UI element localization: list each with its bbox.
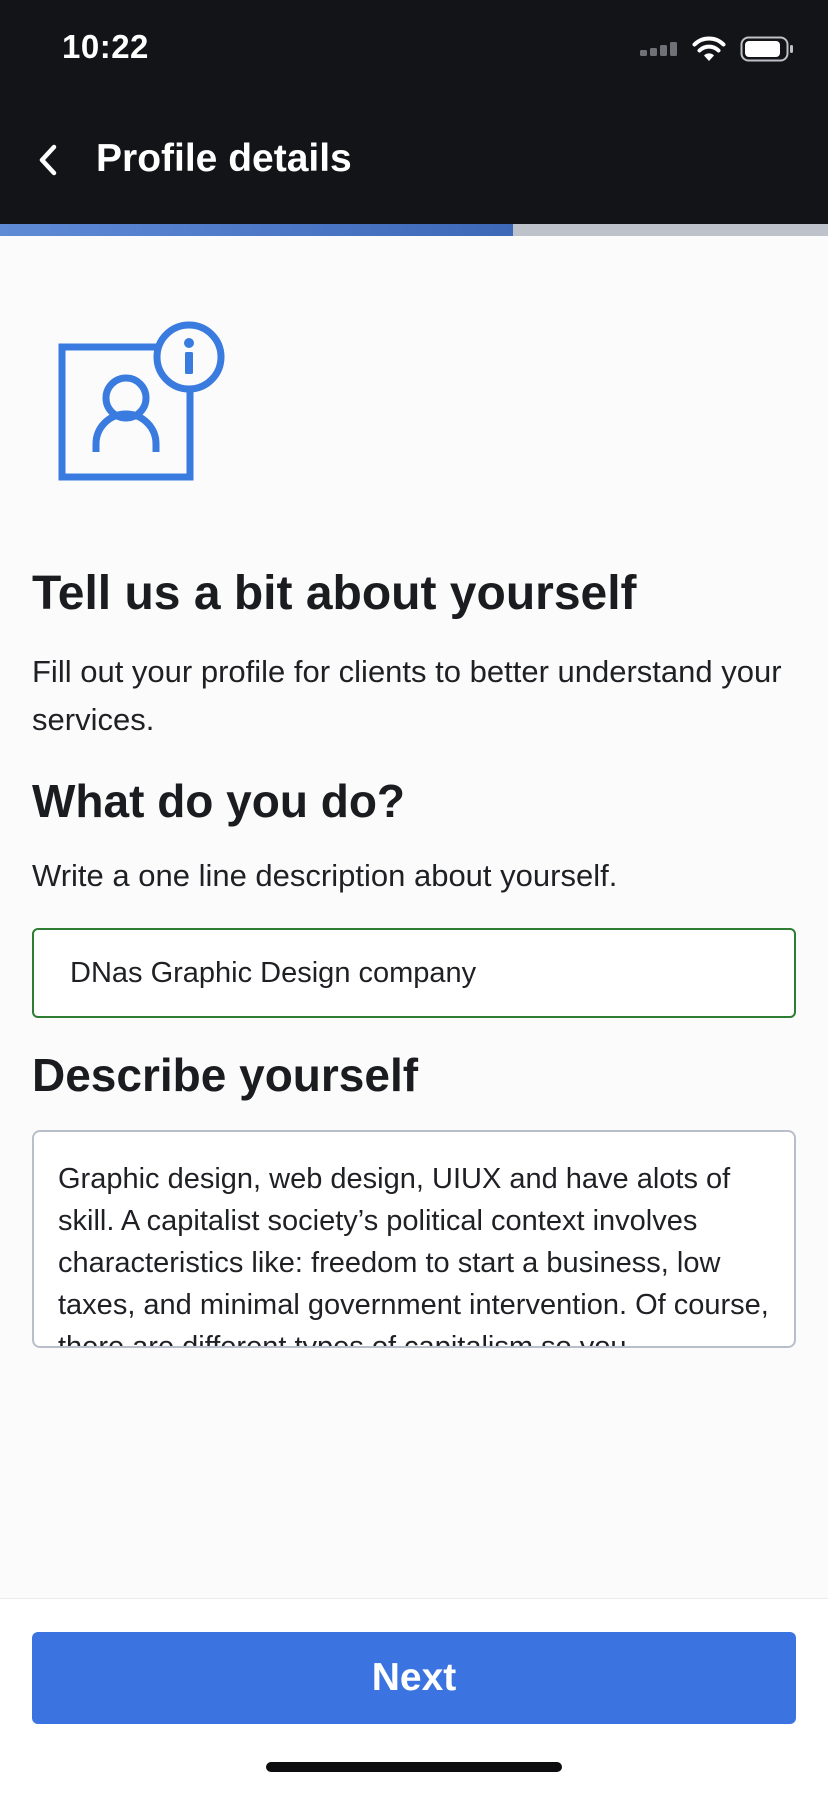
progress-bar [0, 224, 828, 236]
status-icons [640, 36, 794, 62]
status-time: 10:22 [62, 28, 149, 65]
home-indicator [266, 1762, 562, 1772]
back-button[interactable] [30, 134, 66, 186]
page-title: Profile details [96, 137, 352, 180]
describe-yourself-textarea[interactable]: Graphic design, web design, UIUX and hav… [32, 1130, 796, 1348]
wifi-icon [692, 36, 726, 61]
progress-fill [0, 224, 514, 236]
one-line-description-input[interactable] [32, 928, 796, 1018]
what-do-you-do-heading: What do you do? [32, 775, 406, 827]
battery-icon [740, 36, 793, 62]
chevron-left-icon [39, 144, 57, 176]
next-button[interactable]: Next [32, 1632, 796, 1724]
profile-info-icon [58, 321, 225, 481]
section-title: Tell us a bit about yourself [32, 567, 637, 620]
intro-text: Fill out your profile for clients to bet… [32, 654, 782, 737]
app-header: 10:22 Profile details [0, 0, 828, 224]
what-do-you-do-hint: Write a one line description about yours… [32, 858, 618, 893]
describe-yourself-heading: Describe yourself [32, 1049, 419, 1101]
cellular-signal-icon [640, 42, 677, 56]
